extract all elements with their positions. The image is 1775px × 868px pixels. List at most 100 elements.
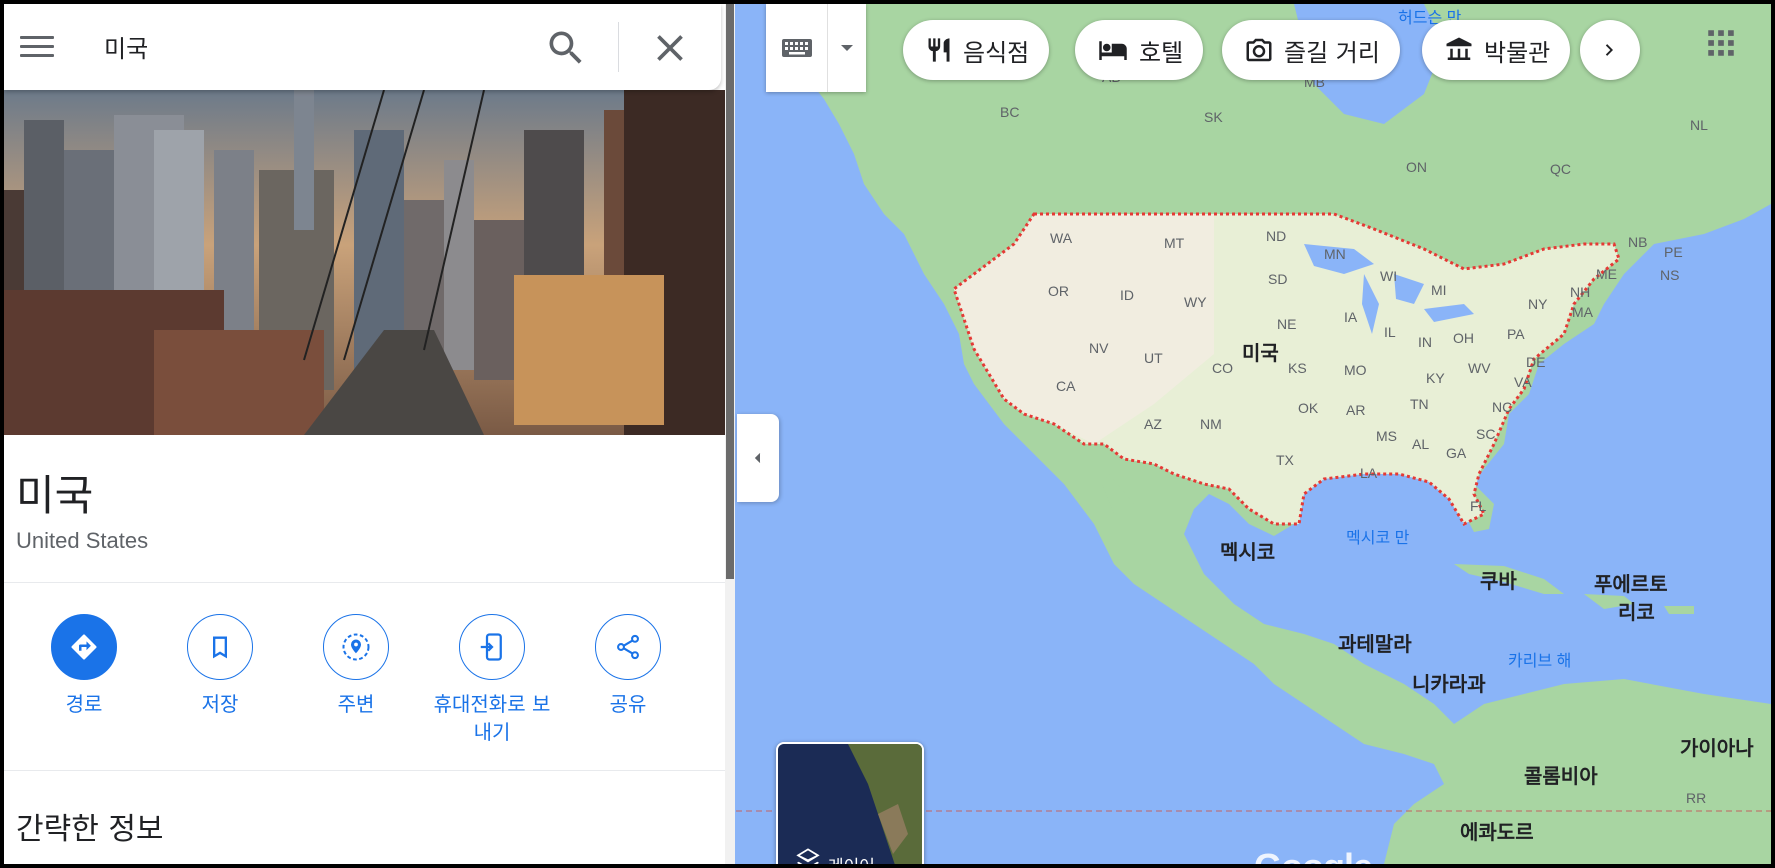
- chevron-down-icon[interactable]: [828, 4, 866, 92]
- map-label-ky: KY: [1426, 370, 1445, 386]
- map-label-ar: AR: [1346, 402, 1366, 418]
- chip-museums-label: 박물관: [1484, 38, 1551, 67]
- map-label-ks: KS: [1288, 360, 1307, 376]
- restaurant-icon: [928, 38, 950, 62]
- map-label-wy: WY: [1184, 294, 1207, 310]
- directions-button[interactable]: 경로: [14, 614, 154, 718]
- map-label-al: AL: [1412, 436, 1430, 452]
- share-icon: [595, 614, 661, 680]
- nearby-icon: [323, 614, 389, 680]
- map-label-gulf-of-mexico: 멕시코 만: [1346, 530, 1410, 547]
- layers-label: 레이어: [828, 852, 875, 864]
- map-label-puerto-rico-line1: 푸에르토: [1594, 574, 1668, 596]
- map-label-fl: FL: [1470, 498, 1487, 514]
- scrollbar-thumb[interactable]: [726, 4, 734, 579]
- map-label-ny: NY: [1528, 296, 1548, 312]
- hotel-icon: [1099, 41, 1127, 60]
- panel-scrollbar[interactable]: [725, 4, 735, 864]
- map-label-de: DE: [1526, 354, 1546, 370]
- map-label-colombia: 콜롬비아: [1524, 766, 1598, 788]
- chevron-right-icon: [1605, 44, 1613, 56]
- map-label-guatemala: 과테말라: [1338, 634, 1412, 656]
- map-label-ecuador: 에콰도르: [1460, 822, 1534, 844]
- save-label: 저장: [201, 692, 239, 716]
- map-label-pe: PE: [1664, 244, 1683, 260]
- place-title: 미국: [16, 471, 94, 520]
- map-label-pa: PA: [1507, 326, 1525, 342]
- map-label-mo: MO: [1344, 362, 1367, 378]
- map-label-sc: SC: [1476, 426, 1496, 442]
- map-label-wi: WI: [1380, 268, 1398, 284]
- map-label-nm: NM: [1200, 416, 1222, 432]
- map-label-wa: WA: [1050, 230, 1073, 246]
- map-label-la: LA: [1360, 465, 1378, 481]
- map-label-nl: NL: [1690, 117, 1708, 133]
- map-label-cuba: 쿠바: [1480, 571, 1517, 593]
- map-label-ga: GA: [1446, 445, 1467, 461]
- divider: [4, 582, 725, 583]
- input-tools: [766, 4, 866, 92]
- save-button[interactable]: 저장: [150, 614, 290, 718]
- map-label-sk: SK: [1204, 109, 1223, 125]
- search-divider: [618, 22, 619, 72]
- collapse-panel-button[interactable]: [737, 414, 779, 502]
- map-label-nb: NB: [1628, 234, 1648, 250]
- hamburger-menu-icon[interactable]: [20, 30, 56, 62]
- map-label-mi: MI: [1431, 282, 1447, 298]
- map-label-il: IL: [1384, 324, 1396, 340]
- map-label-mn: MN: [1324, 246, 1346, 262]
- map-label-mexico: 멕시코: [1220, 542, 1276, 564]
- chip-restaurants[interactable]: 음식점: [903, 20, 1050, 80]
- map-label-bc: BC: [1000, 104, 1020, 120]
- map-label-rr: RR: [1686, 790, 1707, 806]
- chip-hotels-label: 호텔: [1139, 38, 1184, 67]
- google-apps-icon[interactable]: [1704, 26, 1744, 66]
- maps-screen: AB MB BC SK ON QC NL NB PE NS WA MT ND M…: [4, 4, 1771, 864]
- map-label-caribbean-sea: 카리브 해: [1508, 653, 1572, 670]
- chip-hotels[interactable]: 호텔: [1075, 20, 1204, 80]
- layers-icon: [796, 848, 820, 864]
- send-to-phone-icon: [459, 614, 525, 680]
- layers-button[interactable]: 레이어: [776, 742, 924, 864]
- share-button[interactable]: 공유: [558, 614, 698, 718]
- place-panel: 미국 United States 경로 저장 주변 휴대전화로 보 내기: [4, 4, 725, 864]
- close-icon[interactable]: [648, 26, 692, 70]
- chip-museums[interactable]: 박물관: [1422, 20, 1571, 80]
- map-label-sd: SD: [1268, 271, 1288, 287]
- map-label-wv: WV: [1468, 360, 1491, 376]
- map-label-or: OR: [1048, 283, 1069, 299]
- map-label-ut: UT: [1144, 350, 1163, 366]
- camera-icon: [1246, 38, 1272, 62]
- search-input[interactable]: [104, 26, 524, 66]
- map-label-va: VA: [1514, 374, 1532, 390]
- map-label-ia: IA: [1344, 309, 1358, 325]
- keyboard-icon[interactable]: [766, 4, 828, 92]
- divider: [4, 770, 725, 771]
- chip-restaurants-label: 음식점: [963, 38, 1030, 67]
- bookmark-icon: [187, 614, 253, 680]
- chip-things-to-do[interactable]: 즐길 거리: [1222, 20, 1400, 80]
- send-to-phone-button[interactable]: 휴대전화로 보 내기: [422, 614, 562, 746]
- map-label-nv: NV: [1089, 340, 1109, 356]
- map-label-on: ON: [1406, 159, 1427, 175]
- map-label-ne: NE: [1277, 316, 1297, 332]
- chips-next-button[interactable]: [1580, 20, 1640, 80]
- map-label-ma: MA: [1572, 304, 1593, 320]
- map-label-nd: ND: [1266, 228, 1287, 244]
- nearby-button[interactable]: 주변: [286, 614, 426, 718]
- place-subtitle: United States: [16, 528, 149, 553]
- place-hero-photo[interactable]: [4, 90, 725, 435]
- city-skyline-image: [4, 90, 725, 435]
- map-label-ms: MS: [1376, 428, 1397, 444]
- map-label-id: ID: [1120, 287, 1134, 303]
- search-icon[interactable]: [544, 26, 588, 70]
- map-label-tx: TX: [1276, 452, 1294, 468]
- map-label-nh: NH: [1570, 284, 1591, 300]
- map-label-guyana: 가이아나: [1680, 738, 1754, 760]
- map-label-co: CO: [1212, 360, 1233, 376]
- section-title-overview: 간략한 정보: [16, 812, 164, 847]
- chevron-left-icon: [754, 453, 761, 463]
- share-label: 공유: [609, 692, 647, 716]
- search-box: [4, 4, 721, 90]
- map-label-ns: NS: [1660, 267, 1680, 283]
